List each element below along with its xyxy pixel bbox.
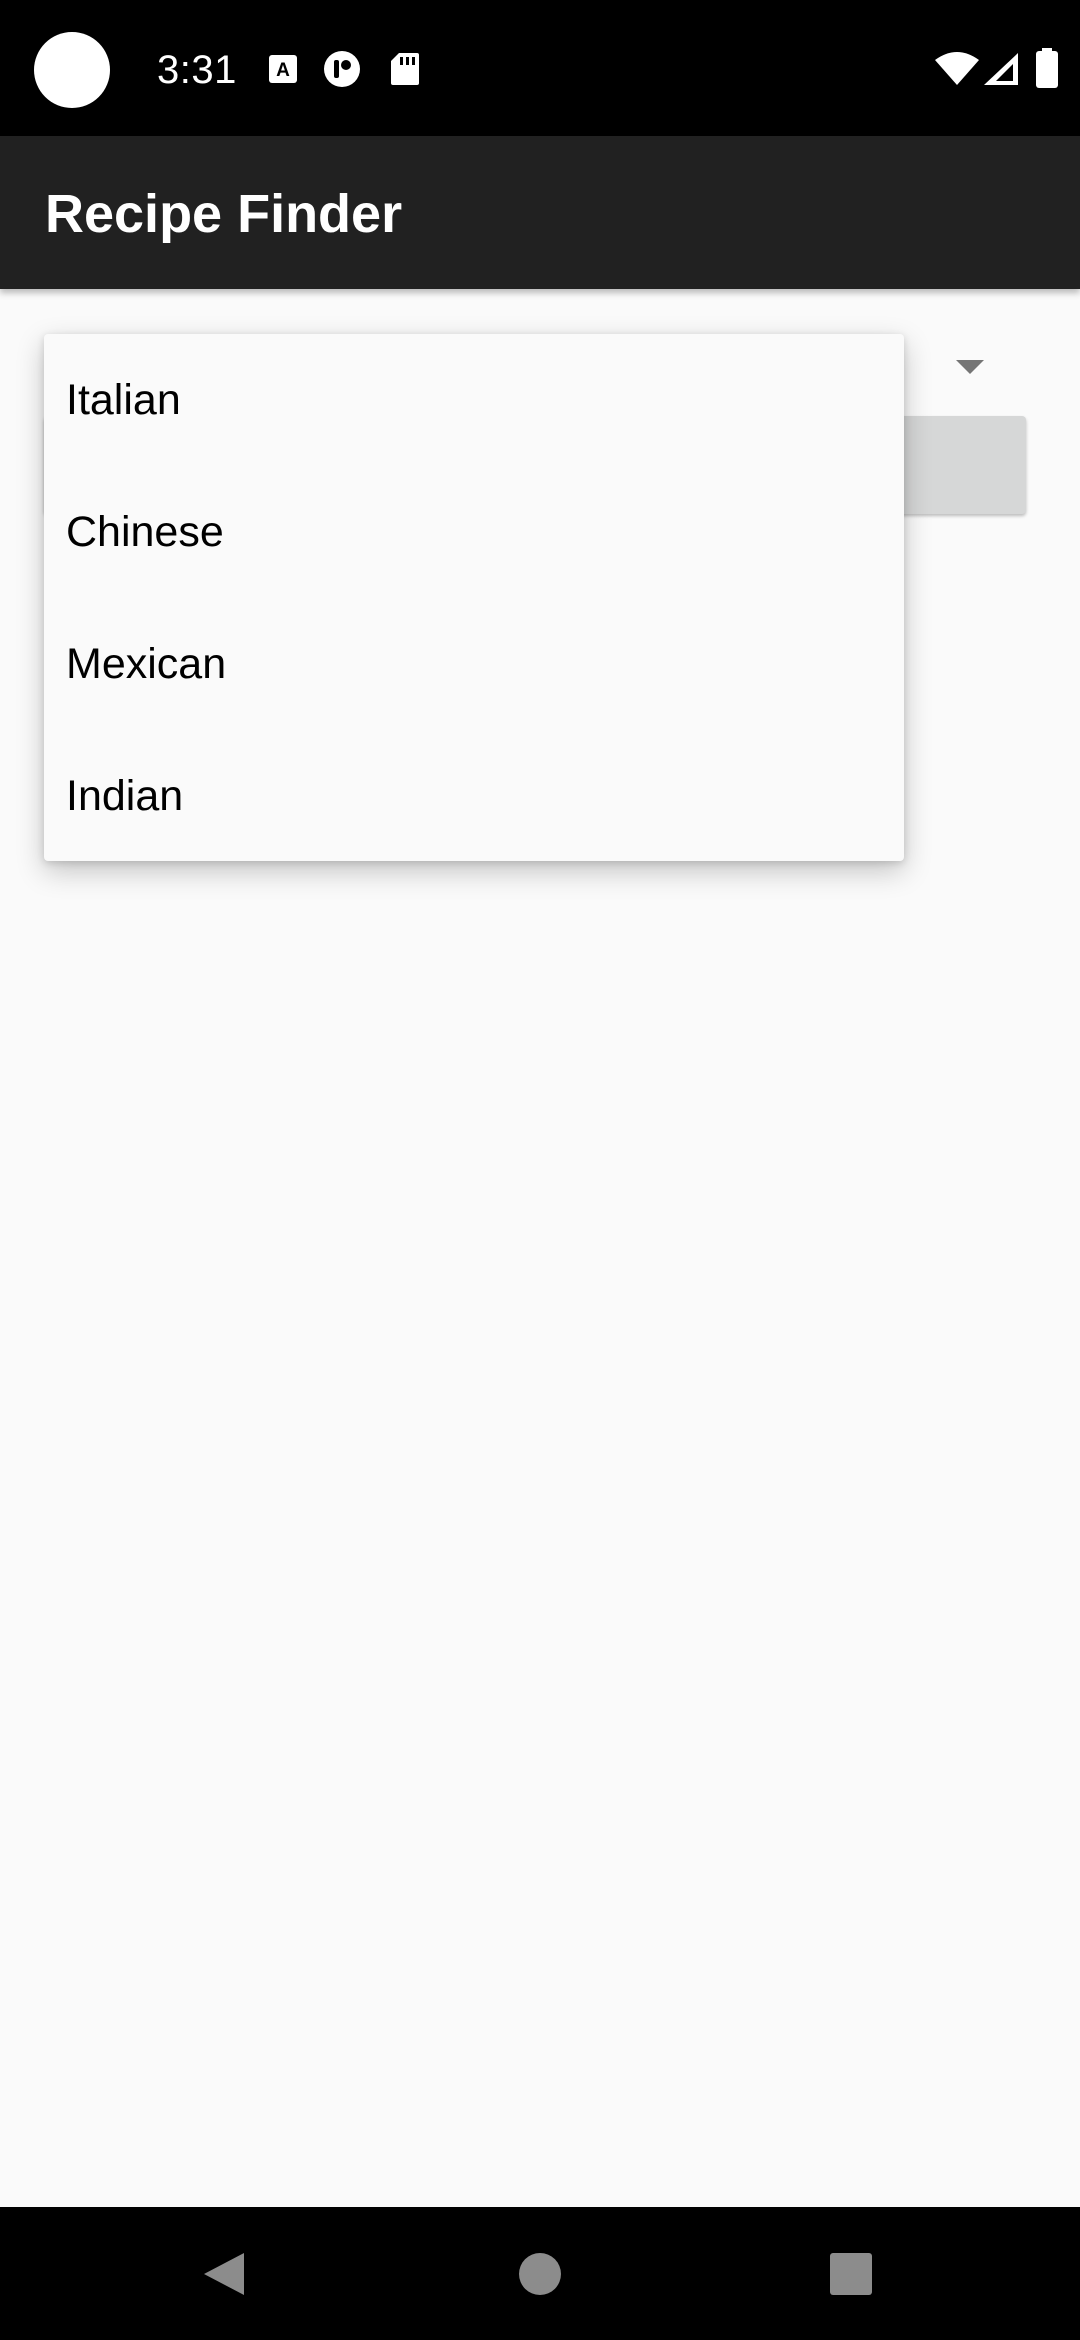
dropdown-item-label: Mexican: [66, 640, 227, 688]
sd-card-icon: [391, 52, 419, 91]
status-time: 3:31: [157, 48, 237, 92]
dropdown-item-italian[interactable]: Italian: [44, 334, 904, 466]
back-icon: [204, 2253, 244, 2295]
dropdown-item-label: Chinese: [66, 508, 224, 556]
dropdown-item-mexican[interactable]: Mexican: [44, 598, 904, 730]
home-button[interactable]: [495, 2229, 585, 2319]
dropdown-item-label: Italian: [66, 376, 181, 424]
dropdown-arrow-icon[interactable]: [956, 360, 984, 374]
recents-icon: [830, 2253, 872, 2295]
home-icon: [519, 2253, 561, 2295]
app-bar: Recipe Finder: [0, 136, 1080, 289]
dropdown-item-indian[interactable]: Indian: [44, 730, 904, 862]
navigation-bar: [0, 2207, 1080, 2340]
recents-button[interactable]: [806, 2229, 896, 2319]
notification-a-icon: A: [268, 54, 298, 89]
dropdown-item-label: Indian: [66, 772, 184, 820]
battery-icon: [1036, 48, 1058, 93]
phone-screen: 3:31 A Recipe Finder Italian Chinese Mex…: [0, 0, 1080, 2340]
cuisine-dropdown-menu: Italian Chinese Mexican Indian: [44, 334, 904, 861]
signal-icon: [983, 52, 1019, 91]
notification-circle-icon: [323, 50, 361, 93]
back-button[interactable]: [180, 2229, 270, 2319]
camera-cutout: [34, 32, 110, 108]
svg-text:A: A: [276, 60, 290, 81]
wifi-icon: [935, 52, 979, 91]
dropdown-item-chinese[interactable]: Chinese: [44, 466, 904, 598]
app-title: Recipe Finder: [45, 184, 403, 244]
status-bar: 3:31 A: [0, 0, 1080, 136]
